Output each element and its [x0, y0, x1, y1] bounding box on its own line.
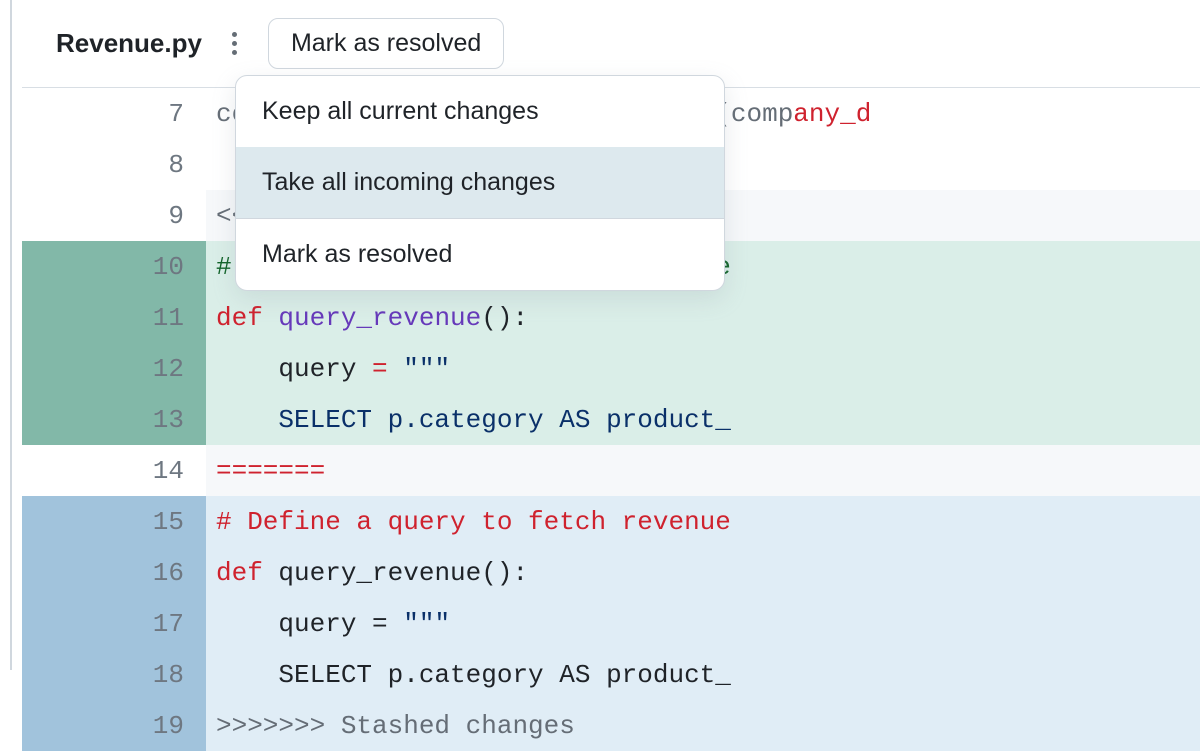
line-number[interactable]: 17 — [22, 598, 206, 649]
mark-resolved-option[interactable]: Mark as resolved — [236, 219, 724, 290]
code-line[interactable]: query = """ — [206, 598, 1200, 649]
line-number[interactable]: 7 — [22, 88, 206, 139]
keep-current-option[interactable]: Keep all current changes — [236, 76, 724, 147]
code-line[interactable]: def query_revenue(): — [206, 547, 1200, 598]
line-number[interactable]: 18 — [22, 649, 206, 700]
code-row: 13 SELECT p.category AS product_ — [22, 394, 1200, 445]
line-number[interactable]: 13 — [22, 394, 206, 445]
code-row: 15# Define a query to fetch revenue — [22, 496, 1200, 547]
filename: Revenue.py — [56, 28, 202, 59]
code-line[interactable]: # Define a query to fetch revenue — [206, 496, 1200, 547]
kebab-dot-icon — [232, 32, 237, 37]
code-line[interactable]: def query_revenue(): — [206, 292, 1200, 343]
kebab-dot-icon — [232, 50, 237, 55]
code-row: 16def query_revenue(): — [22, 547, 1200, 598]
left-border-rule — [10, 0, 12, 670]
kebab-dot-icon — [232, 41, 237, 46]
code-row: 19>>>>>>> Stashed changes — [22, 700, 1200, 751]
line-number[interactable]: 9 — [22, 190, 206, 241]
code-line[interactable]: SELECT p.category AS product_ — [206, 394, 1200, 445]
code-row: 11def query_revenue(): — [22, 292, 1200, 343]
code-row: 17 query = """ — [22, 598, 1200, 649]
line-number[interactable]: 8 — [22, 139, 206, 190]
code-row: 12 query = """ — [22, 343, 1200, 394]
take-incoming-option[interactable]: Take all incoming changes — [236, 147, 724, 218]
line-number[interactable]: 15 — [22, 496, 206, 547]
line-number[interactable]: 10 — [22, 241, 206, 292]
code-line[interactable]: query = """ — [206, 343, 1200, 394]
code-row: 18 SELECT p.category AS product_ — [22, 649, 1200, 700]
code-line[interactable]: ======= — [206, 445, 1200, 496]
line-number[interactable]: 16 — [22, 547, 206, 598]
line-number[interactable]: 14 — [22, 445, 206, 496]
kebab-menu-button[interactable] — [220, 29, 250, 59]
line-number[interactable]: 19 — [22, 700, 206, 751]
line-number[interactable]: 12 — [22, 343, 206, 394]
code-line[interactable]: >>>>>>> Stashed changes — [206, 700, 1200, 751]
mark-resolved-button[interactable]: Mark as resolved — [268, 18, 504, 69]
line-number[interactable]: 11 — [22, 292, 206, 343]
code-row: 14======= — [22, 445, 1200, 496]
code-line[interactable]: SELECT p.category AS product_ — [206, 649, 1200, 700]
conflict-actions-dropdown: Keep all current changes Take all incomi… — [235, 75, 725, 291]
